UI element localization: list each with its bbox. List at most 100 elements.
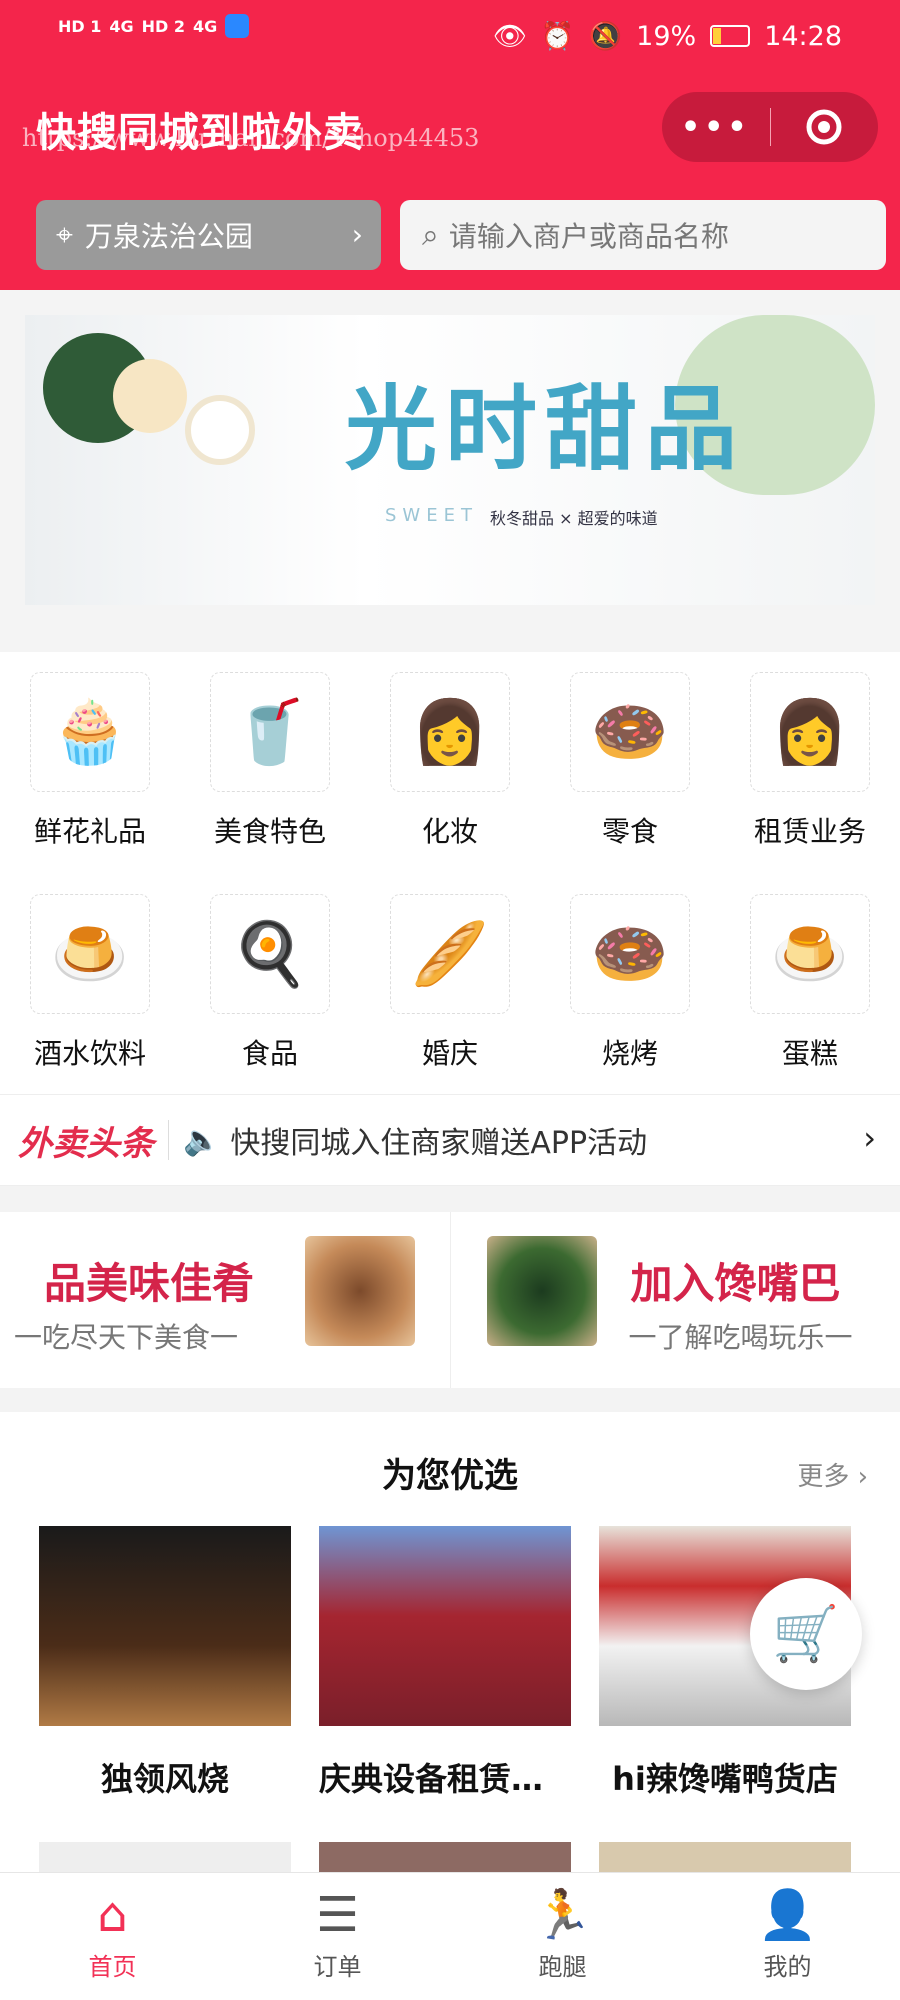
banner-word: SWEET xyxy=(385,505,478,526)
battery-icon xyxy=(710,25,751,47)
egg-icon: 🍳 xyxy=(210,894,330,1014)
shop-image xyxy=(319,1526,571,1726)
category-item[interactable]: 🧁 鲜花礼品 xyxy=(0,652,180,862)
cupcake-icon: 🧁 xyxy=(30,672,150,792)
status-right: 👁 ⏰ 🔕 19% 14:28 xyxy=(492,20,842,53)
bread-icon: 🥖 xyxy=(390,894,510,1014)
chevron-right-icon: › xyxy=(863,1119,876,1157)
cart-icon: 🛒 xyxy=(772,1602,840,1665)
more-link[interactable]: 更多 › xyxy=(797,1456,868,1493)
user-icon: 👤 xyxy=(757,1887,818,1943)
mute-icon: 🔕 xyxy=(588,21,623,52)
news-brand: 外卖头条 xyxy=(18,1123,154,1164)
tab-user[interactable]: 👤 我的 xyxy=(675,1873,900,2000)
shop-card-next xyxy=(599,1842,851,1872)
chevron-right-icon: › xyxy=(351,218,363,251)
tab-runner[interactable]: 🏃 跑腿 xyxy=(450,1873,675,2000)
speaker-icon: 🔈 xyxy=(183,1122,221,1158)
category-label: 美食特色 xyxy=(213,815,326,848)
category-label: 酒水饮料 xyxy=(33,1037,146,1070)
status-left: HD 1 4G HD 2 4G xyxy=(58,14,250,38)
list-icon: ☰ xyxy=(315,1887,360,1943)
search-placeholder: 请输入商户或商品名称 xyxy=(448,220,729,253)
promo-title: 加入馋嘴巴 xyxy=(630,1259,841,1308)
shop-card-next xyxy=(319,1842,571,1872)
category-label: 婚庆 xyxy=(421,1037,478,1070)
battery-label: 19% xyxy=(636,20,697,52)
shop-card[interactable]: 庆典设备租赁《... xyxy=(319,1526,571,1800)
category-item[interactable]: 👩 化妆 xyxy=(360,652,540,862)
sim2-label: HD 2 xyxy=(141,16,186,36)
more-label: 更多 xyxy=(797,1462,850,1492)
location-selector[interactable]: ⌖ 万泉法治公园 › xyxy=(36,200,381,270)
eye-icon: 👁 xyxy=(492,21,527,52)
news-divider xyxy=(168,1120,169,1160)
sim1-label: HD 1 xyxy=(58,16,102,36)
tab-label: 跑腿 xyxy=(538,1953,587,1981)
category-item[interactable]: 🥤 美食特色 xyxy=(180,652,360,862)
tab-home[interactable]: ⌂ 首页 xyxy=(0,1873,225,2000)
category-label: 租赁业务 xyxy=(753,815,866,848)
time-label: 14:28 xyxy=(764,20,842,52)
tab-list[interactable]: ☰ 订单 xyxy=(225,1873,450,2000)
shop-name: 庆典设备租赁《... xyxy=(319,1760,571,1798)
category-item[interactable]: 🍮 酒水饮料 xyxy=(0,874,180,1084)
close-button[interactable] xyxy=(771,107,879,147)
category-label: 蛋糕 xyxy=(781,1037,838,1070)
category-grid: 🧁 鲜花礼品 🥤 美食特色 👩 化妆 🍩 零食 👩 租赁业务 🍮 酒水饮料 🍳 食品 🥖 婚庆 🍩 烧烤 🍮 蛋糕 xyxy=(0,652,900,1094)
shop-card[interactable]: 独领风烧 xyxy=(39,1526,291,1800)
app-root: HD 1 4G HD 2 4G 👁 ⏰ 🔕 19% 14:28 快搜同城到啦外卖… xyxy=(0,0,900,2000)
more-button[interactable]: ••• xyxy=(662,110,770,145)
location-label: 万泉法治公园 xyxy=(84,220,253,253)
donut-icon: 🍩 xyxy=(570,672,690,792)
tab-label: 订单 xyxy=(313,1953,362,1981)
news-text: 快搜同城入住商家赠送APP活动 xyxy=(230,1126,648,1161)
category-item[interactable]: 🥖 婚庆 xyxy=(360,874,540,1084)
shop-name: hi辣馋嘴鸭货店 xyxy=(612,1760,838,1798)
promo-section: 品美味佳肴 一吃尽天下美食一 加入馋嘴巴 一了解吃喝玩乐一 xyxy=(0,1212,900,1388)
promo-subtitle: 一了解吃喝玩乐一 xyxy=(628,1321,853,1354)
search-icon: ⌕ xyxy=(422,217,439,253)
pudding-icon: 🍮 xyxy=(750,894,870,1014)
category-label: 食品 xyxy=(241,1037,298,1070)
tab-bar: ⌂ 首页 ☰ 订单 🏃 跑腿 👤 我的 xyxy=(0,1872,900,2000)
section-title: 为您优选 xyxy=(382,1456,518,1496)
home-icon: ⌂ xyxy=(97,1887,128,1943)
category-label: 烧烤 xyxy=(601,1037,658,1070)
network2-label: 4G xyxy=(193,16,218,36)
banner-image[interactable]: 光时甜品 秋冬甜品 × 超爱的味道 SWEET xyxy=(25,315,875,605)
target-icon xyxy=(806,109,842,145)
news-bar[interactable]: 外卖头条 🔈 快搜同城入住商家赠送APP活动 › xyxy=(0,1094,900,1186)
watermark-text: https://www.huzhan.com/1shop44453 xyxy=(22,124,480,152)
donut-icon: 🍩 xyxy=(570,894,690,1014)
promo-title: 品美味佳肴 xyxy=(44,1259,255,1308)
pudding-icon: 🍮 xyxy=(30,894,150,1014)
search-input[interactable]: ⌕ 请输入商户或商品名称 xyxy=(400,200,886,270)
category-item[interactable]: 🍩 烧烤 xyxy=(540,874,720,1084)
tab-label: 我的 xyxy=(763,1953,812,1981)
tab-label: 首页 xyxy=(88,1953,137,1981)
category-item[interactable]: 🍳 食品 xyxy=(180,874,360,1084)
promo-card-join[interactable]: 加入馋嘴巴 一了解吃喝玩乐一 xyxy=(451,1212,900,1388)
runner-icon: 🏃 xyxy=(532,1887,593,1943)
cart-button[interactable]: 🛒 xyxy=(750,1578,862,1690)
shop-card-next xyxy=(39,1842,291,1872)
drink-icon: 🥤 xyxy=(210,672,330,792)
category-label: 零食 xyxy=(601,815,658,848)
promo-card-food[interactable]: 品美味佳肴 一吃尽天下美食一 xyxy=(0,1212,450,1388)
banner-title: 光时甜品 xyxy=(345,376,746,483)
category-label: 化妆 xyxy=(421,815,478,848)
woman-icon: 👩 xyxy=(390,672,510,792)
header: HD 1 4G HD 2 4G 👁 ⏰ 🔕 19% 14:28 快搜同城到啦外卖… xyxy=(0,0,900,290)
promo-subtitle: 一吃尽天下美食一 xyxy=(14,1321,239,1354)
banner-subtitle: 秋冬甜品 × 超爱的味道 xyxy=(490,509,658,528)
mini-program-capsule: ••• xyxy=(662,92,878,162)
promo-image xyxy=(305,1236,415,1346)
alarm-icon: ⏰ xyxy=(540,21,575,52)
banner-section: 光时甜品 秋冬甜品 × 超爱的味道 SWEET xyxy=(0,290,900,652)
category-item[interactable]: 🍩 零食 xyxy=(540,652,720,862)
category-item[interactable]: 🍮 蛋糕 xyxy=(720,874,900,1084)
shop-image xyxy=(39,1526,291,1726)
category-label: 鲜花礼品 xyxy=(33,815,146,848)
category-item[interactable]: 👩 租赁业务 xyxy=(720,652,900,862)
